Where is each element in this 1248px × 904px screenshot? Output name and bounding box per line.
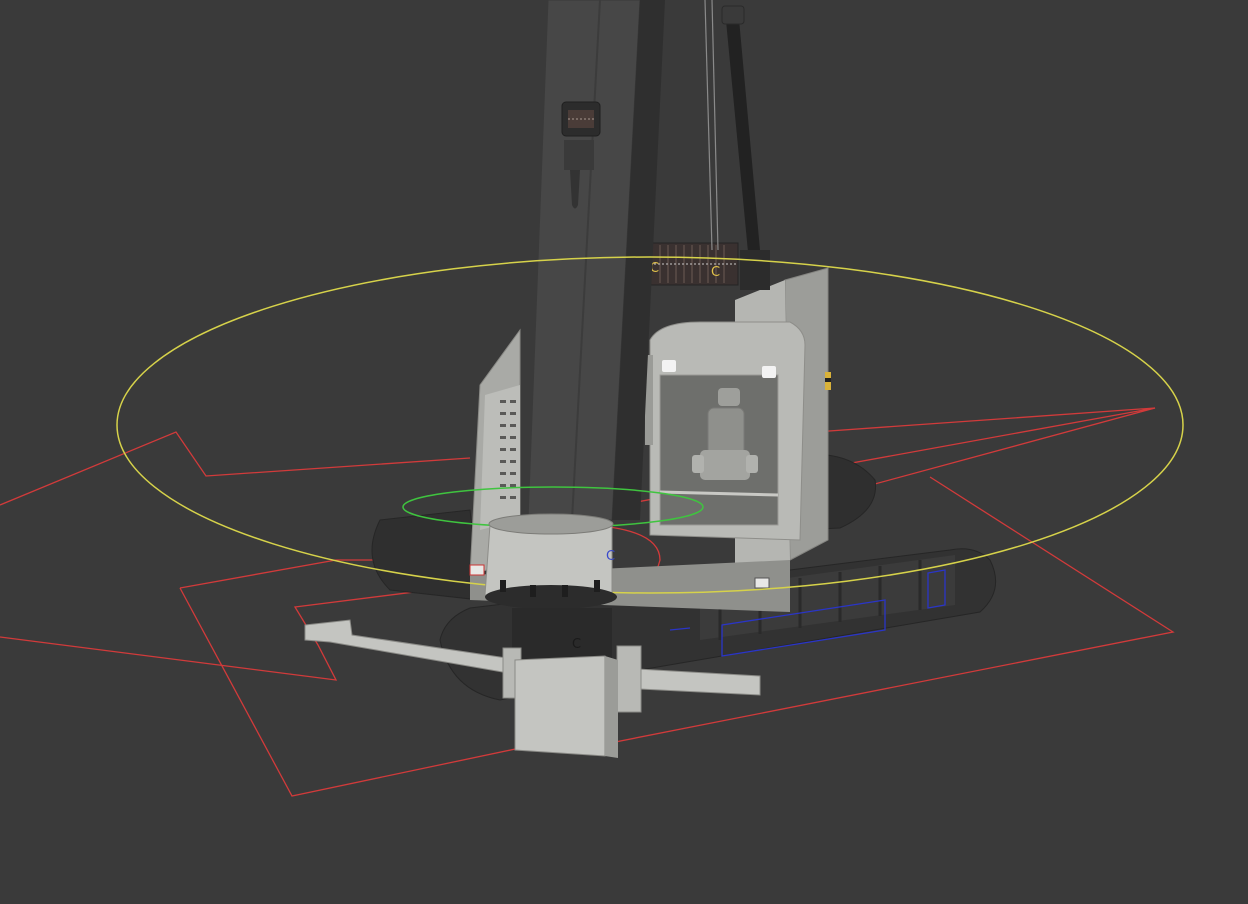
cab-light-left	[662, 360, 676, 372]
3d-viewport[interactable]: C C C C	[0, 0, 1248, 904]
drum-side-label: C	[606, 549, 615, 564]
warning-stripes	[825, 372, 831, 390]
cab-light-right	[762, 366, 776, 378]
winch-right-label: C	[711, 265, 720, 280]
operator-cab	[645, 321, 806, 541]
auger-head-label: C	[572, 637, 581, 652]
winch-drum: C C	[649, 242, 739, 286]
viewport-canvas[interactable]: C C C C	[0, 0, 1248, 904]
